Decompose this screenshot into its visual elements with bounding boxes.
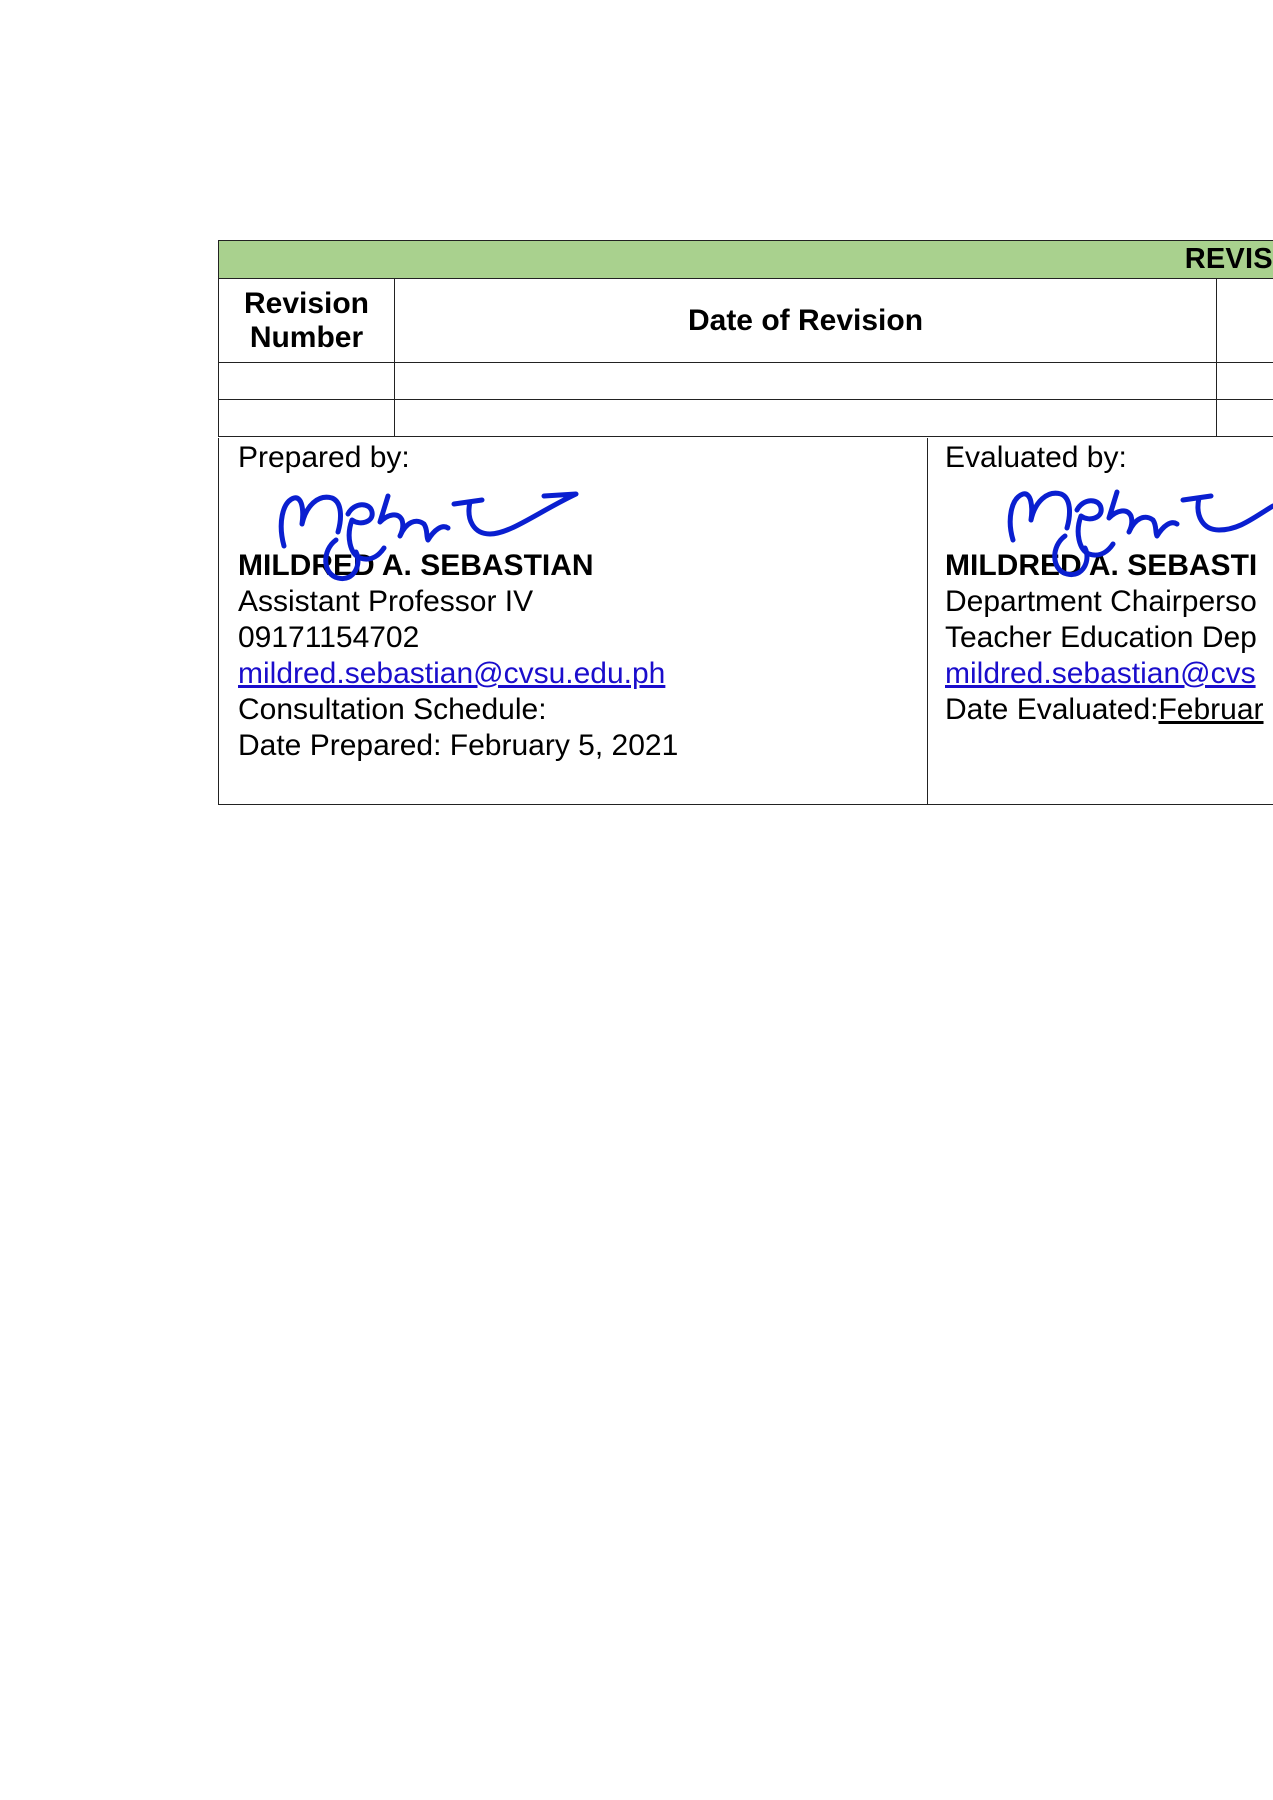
date-evaluated-label: Date Evaluated: [945, 693, 1159, 726]
preparer-name: MILDRED A. SEBASTIAN [238, 549, 594, 582]
revision-history-title: REVISION HIST [217, 240, 1273, 279]
revision-number-header: Revision Number [218, 278, 395, 363]
table-cell [394, 362, 1217, 400]
revision-history-title-text: REVISION HIST [1184, 243, 1273, 275]
revision-number-header-line2: Number [249, 320, 364, 354]
revision-history-table: REVISION HIST Revision Number Date of Re… [217, 240, 1273, 437]
date-evaluated-line: Date Evaluated:Februar [945, 692, 1264, 728]
evaluator-position: Department Chairperso [945, 585, 1257, 618]
evaluated-by-label: Evaluated by: [945, 441, 1127, 474]
table-cell [1215, 399, 1273, 437]
consultation-schedule-label: Consultation Schedule: [238, 693, 547, 726]
document-page: REVISION HIST Revision Number Date of Re… [0, 0, 1273, 1800]
revision-number-header-line1: Revision [243, 286, 370, 320]
signature-space [945, 476, 1264, 548]
table-cell [218, 399, 395, 437]
date-of-revision-header: Date of Revision [394, 278, 1217, 363]
preparer-position: Assistant Professor IV [238, 585, 534, 618]
evaluator-name: MILDRED A. SEBASTI [945, 549, 1258, 582]
prepared-by-block: Prepared by: MILDRED A. SEBASTIAN Assist… [238, 438, 678, 764]
signatures-section: Prepared by: MILDRED A. SEBASTIAN Assist… [218, 438, 1273, 805]
table-cell [394, 399, 1217, 437]
prepared-by-label: Prepared by: [238, 441, 410, 474]
preparer-phone: 09171154702 [238, 621, 420, 654]
revision-extra-header [1215, 278, 1273, 363]
evaluator-department: Teacher Education Dep [945, 621, 1257, 654]
table-row [218, 399, 1273, 437]
date-prepared: Date Prepared: February 5, 2021 [238, 729, 679, 762]
evaluator-email-link[interactable]: mildred.sebastian@cvs [945, 657, 1256, 690]
column-divider [927, 438, 928, 805]
table-cell [218, 362, 395, 400]
table-cell [1215, 362, 1273, 400]
date-evaluated-value: Februar [1158, 693, 1264, 726]
preparer-email-link[interactable]: mildred.sebastian@cvsu.edu.ph [238, 657, 665, 690]
signature-space [238, 476, 678, 548]
table-row [218, 362, 1273, 400]
evaluated-by-block: Evaluated by: MILDRED A. SEBASTI Departm… [945, 438, 1264, 728]
